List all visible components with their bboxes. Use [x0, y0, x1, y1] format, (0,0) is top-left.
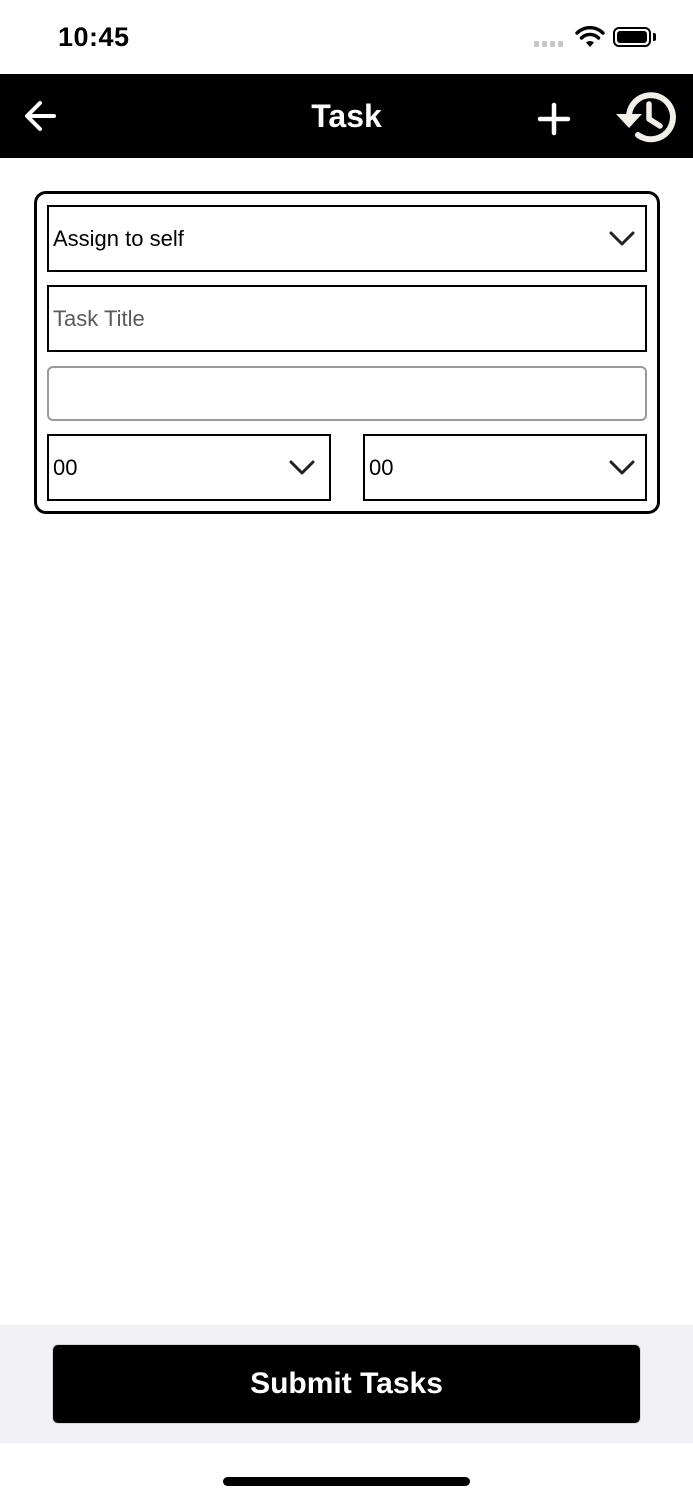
plus-icon[interactable] — [532, 96, 576, 140]
submit-tasks-button[interactable]: Submit Tasks — [52, 1344, 641, 1424]
minute-select[interactable]: 00 — [363, 434, 647, 501]
history-icon[interactable] — [612, 86, 680, 148]
chevron-down-icon — [609, 460, 635, 474]
task-title-placeholder: Task Title — [53, 305, 145, 331]
task-form-card: Assign to self Task Title 00 00 — [34, 191, 660, 514]
assignee-select-value: Assign to self — [53, 225, 184, 251]
assignee-select[interactable]: Assign to self — [47, 205, 647, 272]
battery-tip — [653, 33, 656, 41]
cellular-signal-icon — [534, 41, 566, 47]
hour-select-value: 00 — [53, 454, 78, 480]
chevron-down-icon — [289, 460, 315, 474]
battery-icon — [613, 27, 651, 47]
nav-bar: Task — [0, 74, 693, 158]
task-description-input[interactable] — [47, 366, 647, 421]
task-title-input[interactable]: Task Title — [47, 285, 647, 352]
home-indicator — [223, 1477, 470, 1486]
wifi-icon — [575, 26, 605, 47]
minute-select-value: 00 — [369, 454, 394, 480]
chevron-down-icon — [609, 231, 635, 245]
hour-select[interactable]: 00 — [47, 434, 331, 501]
page-title: Task — [311, 98, 382, 134]
status-time: 10:45 — [58, 22, 130, 52]
status-bar: 10:45 — [0, 0, 693, 74]
